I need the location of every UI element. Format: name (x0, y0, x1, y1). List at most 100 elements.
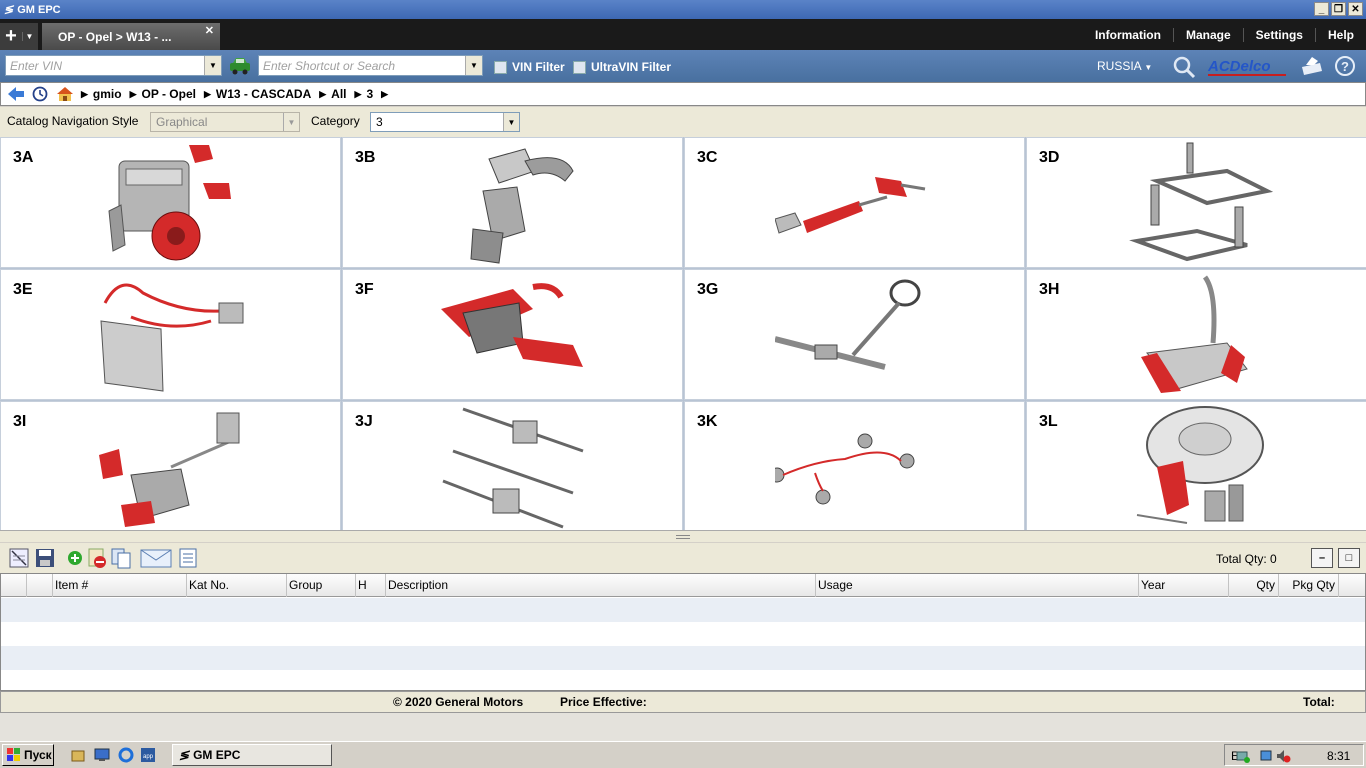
report-icon[interactable] (177, 547, 199, 569)
category-3k[interactable]: 3K (684, 401, 1025, 532)
suspension-image (1129, 142, 1274, 262)
region-selector[interactable]: RUSSIA ▼ (1097, 59, 1152, 73)
category-3f[interactable]: 3F (342, 269, 683, 400)
menu-manage[interactable]: Manage (1172, 27, 1243, 42)
tab-opel-cascada[interactable]: OP - Opel > W13 - ... ✕ (42, 23, 220, 50)
air-intake-image (470, 148, 574, 264)
breadcrumb-all[interactable]: ▶ All (319, 87, 346, 101)
network-icon[interactable] (1235, 748, 1251, 764)
category-3e[interactable]: 3E (0, 269, 341, 400)
breadcrumb-category[interactable]: ▶ 3 (355, 87, 374, 101)
security-icon[interactable] (1259, 748, 1275, 764)
nav-style-label: Catalog Navigation Style (7, 114, 139, 128)
category-3i[interactable]: 3I (0, 401, 341, 532)
chevron-down-icon[interactable]: ▼ (465, 56, 482, 75)
column-item[interactable]: Item # (53, 574, 187, 597)
category-3a[interactable]: 3A (0, 137, 341, 268)
vin-filter-checkbox[interactable]: VIN Filter (494, 60, 565, 74)
ultravin-filter-label: UltraVIN Filter (591, 60, 672, 74)
explorer-icon[interactable] (70, 747, 86, 763)
category-3j[interactable]: 3J (342, 401, 683, 532)
column-qty[interactable]: Qty (1229, 574, 1279, 597)
top-menu: Information Manage Settings Help (1083, 19, 1366, 50)
breadcrumb-gmio[interactable]: ▶ gmio (81, 87, 122, 101)
category-3c[interactable]: 3C (684, 137, 1025, 268)
flag-column-header[interactable] (27, 574, 53, 597)
back-arrow-icon[interactable] (7, 86, 25, 102)
table-row (1, 622, 1365, 646)
category-3h[interactable]: 3H (1026, 269, 1366, 400)
exhaust-image (775, 177, 926, 234)
clock: 8:31 (1327, 749, 1351, 763)
taskbar: Пуск app ≶ GM EPC EN 8:31 (0, 741, 1366, 768)
breadcrumb-opel[interactable]: ▶ OP - Opel (130, 87, 196, 101)
menu-information[interactable]: Information (1083, 28, 1173, 42)
spare-wheel-image (1136, 406, 1264, 524)
add-icon[interactable] (64, 547, 86, 569)
category-label: Category (311, 114, 360, 128)
print-icon[interactable] (1298, 55, 1324, 79)
maximize-panel-button[interactable]: □ (1338, 548, 1360, 568)
column-usage[interactable]: Usage (816, 574, 1139, 597)
search-icon[interactable] (1172, 55, 1196, 79)
breadcrumb-next-arrow[interactable]: ▶ (381, 89, 393, 100)
steering-image (775, 279, 921, 370)
empty-area (0, 713, 1366, 741)
restore-button[interactable]: ❐ (1331, 2, 1346, 16)
total-label: Total: (1303, 695, 1335, 709)
home-icon[interactable] (55, 86, 75, 102)
column-kat-no[interactable]: Kat No. (187, 574, 287, 597)
vin-input[interactable]: Enter VIN ▼ (5, 55, 222, 76)
category-3d[interactable]: 3D (1026, 137, 1366, 268)
plus-icon: + (5, 25, 17, 47)
email-icon[interactable] (140, 547, 172, 569)
new-tab-button[interactable]: + ▼ (0, 23, 38, 50)
category-select[interactable]: 3 ▼ (370, 112, 520, 132)
help-icon[interactable]: ? (1334, 55, 1356, 77)
volume-muted-icon[interactable] (1275, 748, 1291, 764)
window-controls: _ ❐ ✕ (1314, 2, 1363, 16)
close-tab-icon[interactable]: ✕ (205, 24, 214, 37)
parts-footer: © 2020 General Motors Price Effective: T… (0, 691, 1366, 713)
app-launcher-icon[interactable]: app (140, 747, 156, 763)
category-3l[interactable]: 3L (1026, 401, 1366, 532)
car-icon[interactable] (228, 56, 252, 76)
chevron-down-icon[interactable]: ▼ (204, 56, 221, 75)
clear-list-icon[interactable] (8, 547, 30, 569)
tab-label: OP - Opel > W13 - ... (58, 30, 172, 44)
search-input[interactable]: Enter Shortcut or Search ▼ (258, 55, 483, 76)
chevron-down-icon[interactable]: ▼ (22, 32, 36, 41)
save-icon[interactable] (34, 547, 56, 569)
category-3g[interactable]: 3G (684, 269, 1025, 400)
chevron-down-icon[interactable]: ▼ (503, 113, 519, 131)
menu-help[interactable]: Help (1314, 27, 1366, 42)
column-year[interactable]: Year (1139, 574, 1229, 597)
splitter-grip-icon (676, 535, 690, 539)
chevron-down-icon: ▼ (283, 113, 299, 131)
breadcrumb-cascada[interactable]: ▶ W13 - CASCADA (204, 87, 311, 101)
category-3b[interactable]: 3B (342, 137, 683, 268)
column-h[interactable]: H (356, 574, 386, 597)
column-group[interactable]: Group (287, 574, 356, 597)
internet-explorer-icon[interactable] (118, 747, 134, 763)
table-row (1, 598, 1365, 622)
remove-icon[interactable] (86, 547, 108, 569)
minimize-button[interactable]: _ (1314, 2, 1329, 16)
table-header: Item # Kat No. Group H Description Usage… (1, 574, 1365, 597)
start-button[interactable]: Пуск (2, 744, 54, 766)
transmission-image (99, 412, 240, 527)
select-column-header[interactable] (1, 574, 27, 597)
svg-text:app: app (143, 754, 154, 760)
copy-icon[interactable] (110, 547, 132, 569)
nav-style-select[interactable]: Graphical ▼ (150, 112, 300, 132)
taskbar-gm-epc[interactable]: ≶ GM EPC (172, 744, 332, 766)
close-button[interactable]: ✕ (1348, 2, 1363, 16)
column-description[interactable]: Description (386, 574, 816, 597)
ultravin-filter-checkbox[interactable]: UltraVIN Filter (573, 60, 671, 74)
desktop-icon[interactable] (94, 747, 110, 763)
panel-splitter[interactable] (0, 530, 1366, 542)
menu-settings[interactable]: Settings (1242, 27, 1315, 42)
history-clock-icon[interactable] (31, 86, 49, 102)
minimize-panel-button[interactable]: – (1311, 548, 1333, 568)
column-pkg-qty[interactable]: Pkg Qty (1279, 574, 1339, 597)
